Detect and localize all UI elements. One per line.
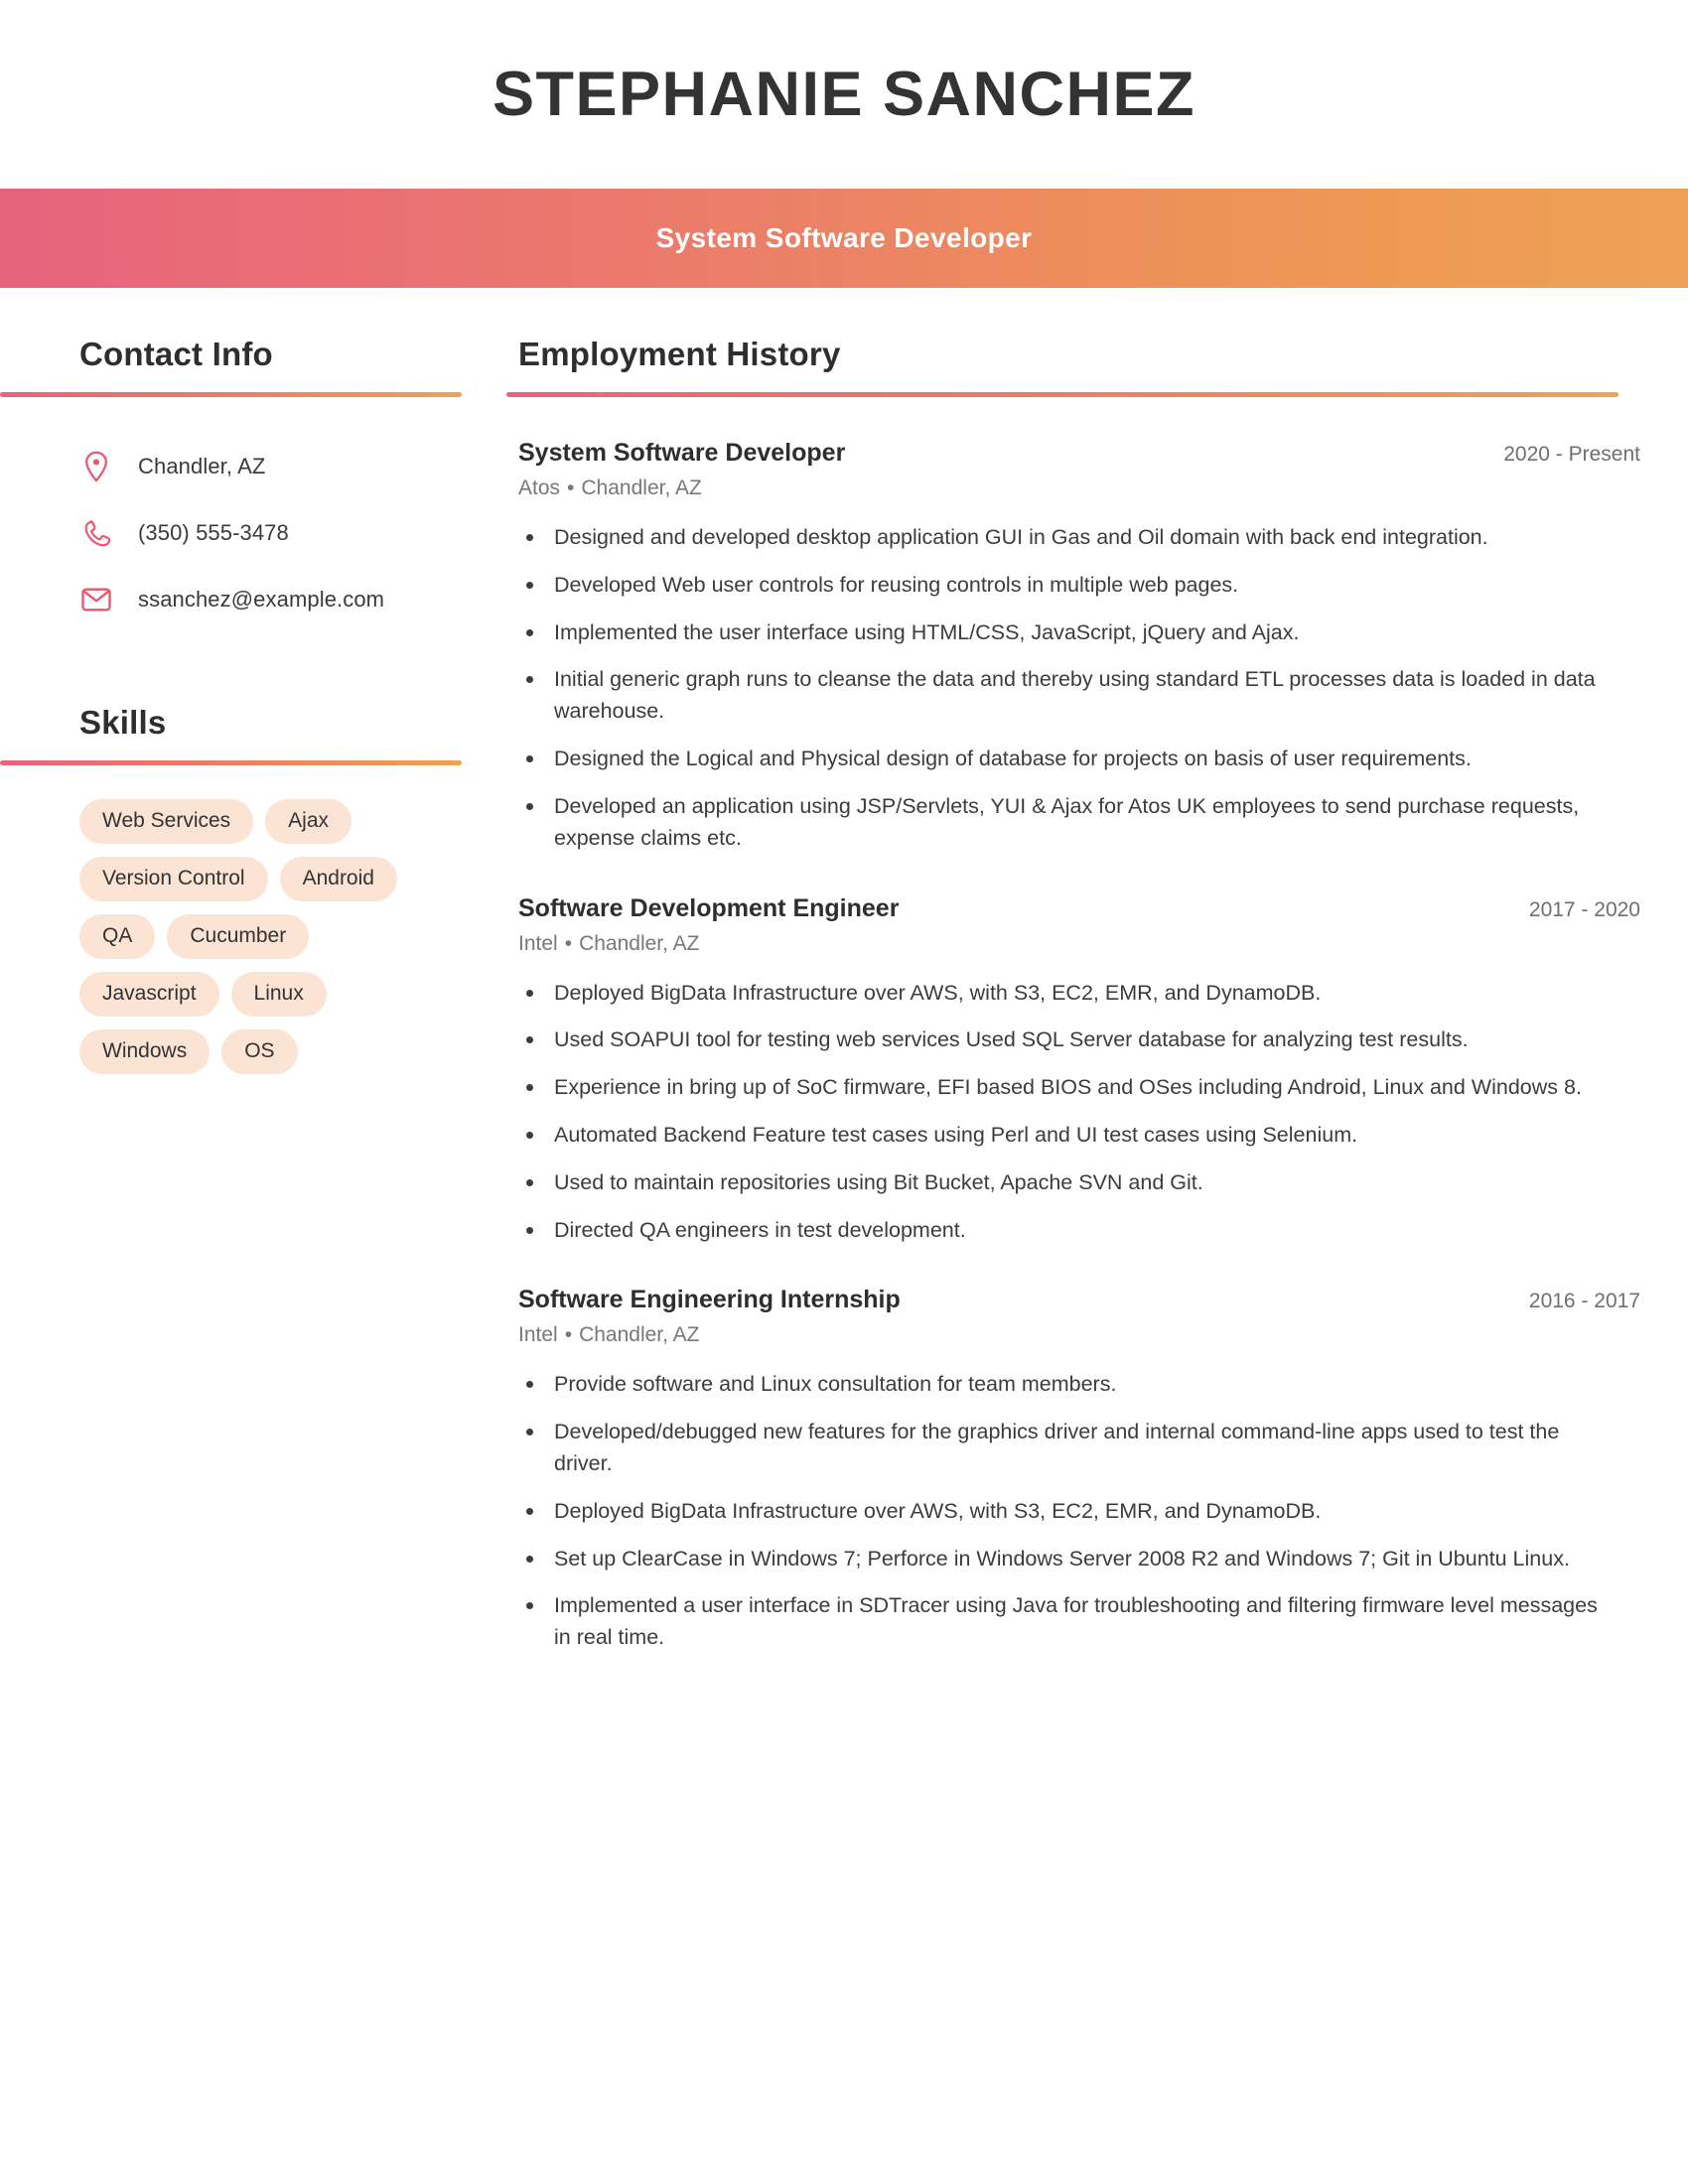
job-entry: Software Engineering Internship 2016 - 20… <box>506 1286 1648 1654</box>
contact-item-phone[interactable]: (350) 555-3478 <box>79 499 506 566</box>
skill-chip-list: Web Services Ajax Version Control Android QA… <box>0 799 397 1074</box>
skill-chip: QA <box>79 914 156 959</box>
job-bullet: Experience in bring up of SoC firmware, … <box>518 1072 1601 1104</box>
job-meta: Intel • Chandler, AZ <box>518 1323 1648 1347</box>
job-header-row: System Software Developer 2020 - Present <box>518 439 1648 468</box>
job-bullet: Used SOAPUI tool for testing web service… <box>518 1024 1601 1056</box>
job-bullet: Deployed BigData Infrastructure over AWS… <box>518 1496 1601 1528</box>
job-bullet: Directed QA engineers in test developmen… <box>518 1215 1601 1247</box>
job-entry: System Software Developer 2020 - Present A… <box>506 439 1648 855</box>
page-title: STEPHANIE SANCHEZ <box>492 59 1196 129</box>
job-bullet-list: Designed and developed desktop applicati… <box>518 522 1648 855</box>
job-bullet: Designed the Logical and Physical design… <box>518 744 1601 775</box>
skill-chip: Android <box>279 857 397 901</box>
main-column: Employment History System Software Devel… <box>506 336 1688 1670</box>
resume-body: Contact Info Chandler, AZ (350) 555-3478… <box>0 288 1688 1670</box>
employment-history-section: Employment History System Software Devel… <box>506 336 1648 1654</box>
location-pin-icon <box>79 451 113 482</box>
contact-email-text: ssanchez@example.com <box>138 586 385 612</box>
skill-chip: Web Services <box>79 799 254 844</box>
job-bullet-list: Provide software and Linux consultation … <box>518 1369 1648 1654</box>
job-meta: Intel • Chandler, AZ <box>518 932 1648 956</box>
skill-chip: Linux <box>230 972 327 1017</box>
job-bullet: Used to maintain repositories using Bit … <box>518 1167 1601 1199</box>
sidebar: Contact Info Chandler, AZ (350) 555-3478… <box>0 336 506 1074</box>
job-dates: 2016 - 2017 <box>1528 1290 1640 1313</box>
job-location: Chandler, AZ <box>579 931 700 955</box>
job-role: Software Engineering Internship <box>518 1286 901 1314</box>
job-company: Atos <box>518 477 561 499</box>
job-bullet: Deployed BigData Infrastructure over AWS… <box>518 978 1601 1010</box>
job-bullet-list: Deployed BigData Infrastructure over AWS… <box>518 978 1648 1247</box>
job-company: Intel <box>518 931 558 955</box>
skill-chip: OS <box>221 1029 298 1074</box>
skill-chip: Javascript <box>79 972 219 1017</box>
job-bullet: Set up ClearCase in Windows 7; Perforce … <box>518 1544 1601 1575</box>
contact-location-text: Chandler, AZ <box>138 453 266 478</box>
job-dates: 2017 - 2020 <box>1528 897 1640 921</box>
job-meta-separator: • <box>567 477 575 499</box>
skills-heading: Skills <box>79 704 167 741</box>
job-role: Software Development Engineer <box>518 893 900 922</box>
job-bullet: Developed/debugged new features for the … <box>518 1417 1601 1480</box>
contact-info-divider <box>0 392 462 397</box>
job-bullet: Implemented the user interface using HTM… <box>518 617 1601 649</box>
job-meta-separator: • <box>564 1323 573 1347</box>
job-bullet: Developed Web user controls for reusing … <box>518 570 1601 602</box>
job-company: Intel <box>518 1323 558 1347</box>
jobs-container: System Software Developer 2020 - Present A… <box>506 439 1648 1654</box>
job-header-row: Software Development Engineer 2017 - 2020 <box>518 894 1648 923</box>
job-title-band: System Software Developer <box>0 189 1688 288</box>
job-bullet: Automated Backend Feature test cases usi… <box>518 1120 1601 1152</box>
headline-job-title: System Software Developer <box>655 222 1033 253</box>
skill-chip: Version Control <box>79 857 268 901</box>
job-location: Chandler, AZ <box>581 477 702 499</box>
skill-chip: Windows <box>79 1029 211 1074</box>
job-bullet: Developed an application using JSP/Servl… <box>518 791 1601 855</box>
job-meta-separator: • <box>564 931 573 955</box>
contact-list: Chandler, AZ (350) 555-3478 ssanchez@exa… <box>0 433 506 632</box>
job-dates: 2020 - Present <box>1503 443 1640 466</box>
job-bullet: Initial generic graph runs to cleanse th… <box>518 664 1601 728</box>
skills-section: Skills Web Services Ajax Version Control An… <box>0 704 506 1074</box>
contact-item-location[interactable]: Chandler, AZ <box>79 433 506 499</box>
job-meta: Atos • Chandler, AZ <box>518 477 1648 500</box>
contact-phone-text: (350) 555-3478 <box>138 519 289 545</box>
resume-header: STEPHANIE SANCHEZ <box>0 0 1688 189</box>
contact-info-heading: Contact Info <box>79 336 273 372</box>
job-bullet: Implemented a user interface in SDTracer… <box>518 1590 1601 1654</box>
job-entry: Software Development Engineer 2017 - 2020… <box>506 894 1648 1247</box>
job-header-row: Software Engineering Internship 2016 - 20… <box>518 1286 1648 1314</box>
employment-history-divider <box>506 392 1618 397</box>
skill-chip: Ajax <box>265 799 352 844</box>
job-bullet: Designed and developed desktop applicati… <box>518 522 1601 554</box>
contact-info-section: Contact Info Chandler, AZ (350) 555-3478… <box>0 336 506 632</box>
contact-item-email[interactable]: ssanchez@example.com <box>79 566 506 632</box>
envelope-icon <box>79 588 113 612</box>
skill-chip: Cucumber <box>167 914 310 959</box>
skills-divider <box>0 760 462 765</box>
employment-history-heading: Employment History <box>518 336 841 372</box>
job-role: System Software Developer <box>518 439 846 467</box>
job-bullet: Provide software and Linux consultation … <box>518 1369 1601 1401</box>
phone-icon <box>79 519 113 547</box>
job-location: Chandler, AZ <box>579 1323 700 1347</box>
